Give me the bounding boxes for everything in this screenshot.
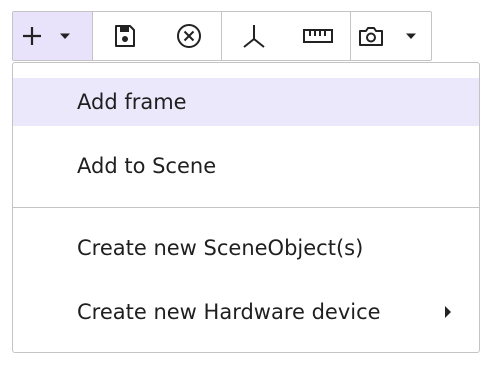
measure-button[interactable] — [286, 12, 350, 60]
file-group — [93, 12, 222, 60]
caret-right-icon — [445, 306, 451, 318]
menu-item-add-to-scene[interactable]: Add to Scene — [13, 142, 479, 190]
toolbar — [12, 11, 432, 61]
menu-item-label: Add frame — [77, 90, 187, 114]
menu-item-label: Add to Scene — [77, 154, 217, 178]
menu-item-add-frame[interactable]: Add frame — [13, 78, 479, 126]
menu-item-create-sceneobjects[interactable]: Create new SceneObject(s) — [13, 224, 479, 272]
save-button[interactable] — [93, 12, 157, 60]
caret-down-icon — [59, 32, 71, 40]
camera-icon — [358, 25, 384, 47]
axes-icon — [241, 23, 267, 49]
axes-button[interactable] — [222, 12, 286, 60]
add-menu-button[interactable] — [13, 12, 92, 60]
add-group — [13, 12, 93, 60]
snapshot-button[interactable] — [351, 12, 391, 60]
circle-x-icon — [176, 23, 202, 49]
snapshot-group — [351, 12, 431, 60]
floppy-disk-icon — [113, 24, 137, 48]
tools-group — [222, 12, 351, 60]
menu-item-label: Create new Hardware device — [77, 300, 381, 324]
menu-item-label: Create new SceneObject(s) — [77, 236, 364, 260]
plus-icon — [21, 25, 43, 47]
menu-item-create-hardware-device[interactable]: Create new Hardware device — [13, 288, 479, 336]
snapshot-dropdown-button[interactable] — [391, 12, 431, 60]
clear-button[interactable] — [157, 12, 221, 60]
caret-down-icon — [405, 32, 417, 40]
menu-divider — [13, 207, 479, 208]
add-dropdown-menu: Add frame Add to Scene Create new SceneO… — [12, 62, 480, 353]
ruler-icon — [303, 28, 333, 44]
